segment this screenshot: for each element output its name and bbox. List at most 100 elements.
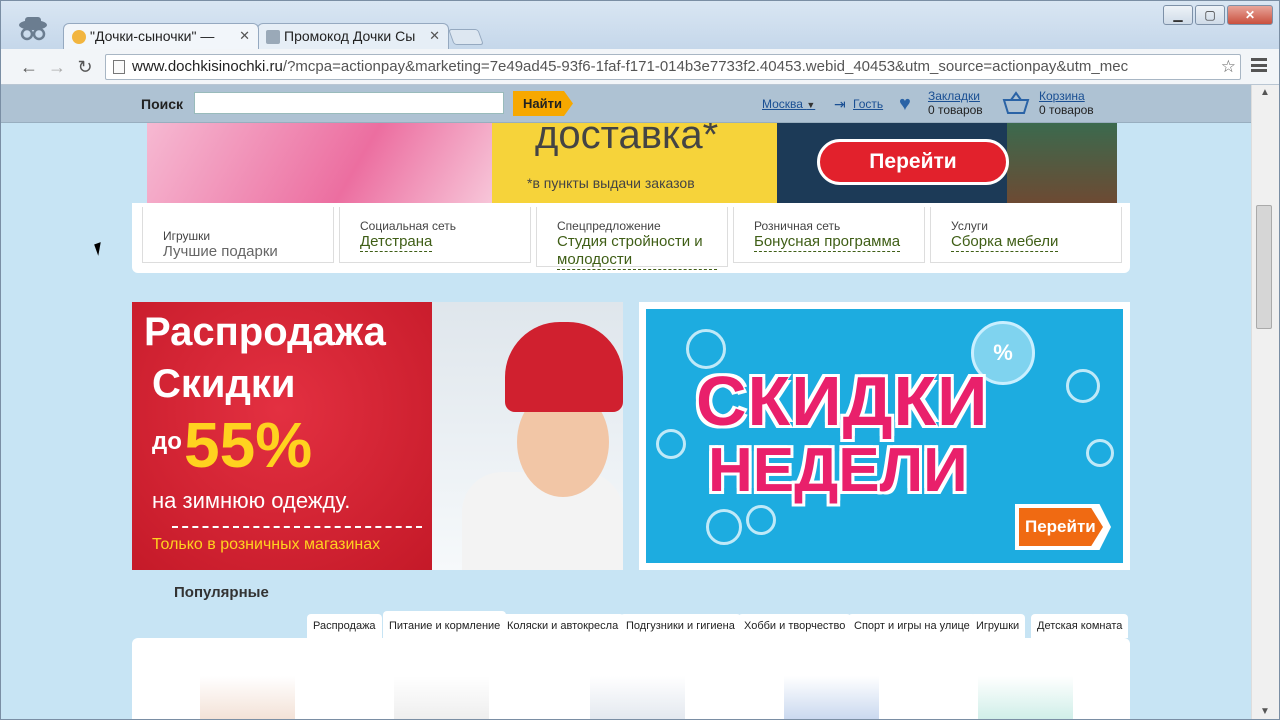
address-bar[interactable]: www.dochkisinochki.ru/?mcpa=actionpay&ma… [105, 54, 1241, 80]
new-tab-button[interactable] [448, 29, 484, 45]
site-header: Поиск Найти Москва ▼ ⇥ Гость ♥ Закладки … [1, 85, 1251, 123]
info-item-toys[interactable]: Игрушки Лучшие подарки [142, 207, 334, 263]
chevron-down-icon: ▼ [806, 100, 816, 110]
info-item-retail[interactable]: Розничная сеть Бонусная программа [733, 207, 925, 263]
sale-subtitle: на зимнюю одежду. [152, 488, 351, 513]
minimize-button[interactable]: ▁ [1163, 5, 1193, 25]
tab-strollers[interactable]: Коляски и автокресла [501, 614, 625, 638]
page-icon [113, 60, 125, 74]
vertical-scrollbar[interactable]: ▲ ▼ [1251, 85, 1279, 719]
search-label: Поиск [141, 96, 184, 112]
reload-icon[interactable]: ↻ [73, 55, 97, 79]
scroll-up-icon[interactable]: ▲ [1260, 87, 1270, 98]
tab-sport[interactable]: Спорт и игры на улице [848, 614, 976, 638]
title-bar: "Дочки-сыночки" — ✕ Промокод Дочки Сы ✕ … [1, 1, 1279, 49]
bubble [706, 509, 742, 545]
browser-toolbar: ← → ↻ www.dochkisinochki.ru/?mcpa=action… [1, 49, 1279, 85]
info-link[interactable]: Детстрана [360, 233, 433, 252]
login-icon: ⇥ [834, 96, 846, 112]
info-category: Социальная сеть [360, 219, 456, 233]
info-link[interactable]: Студия стройности и молодости [557, 233, 717, 270]
info-category: Спецпредложение [557, 219, 661, 233]
sale-divider [172, 526, 422, 528]
close-window-button[interactable]: ✕ [1227, 5, 1273, 25]
bookmarks-link[interactable]: Закладки [928, 89, 980, 103]
heart-icon: ♥ [899, 93, 911, 115]
scroll-down-icon[interactable]: ▼ [1260, 706, 1270, 717]
sale-footnote: Только в розничных магазинах [152, 536, 381, 553]
product-thumbnail[interactable] [978, 676, 1073, 719]
tab-kids-room[interactable]: Детская комната [1031, 614, 1129, 638]
tab-feeding[interactable]: Питание и кормление [383, 611, 507, 638]
promo-photo [1007, 123, 1117, 203]
promo-note: *в пункты выдачи заказов [527, 175, 695, 191]
url-host: www.dochkisinochki.ru [132, 58, 283, 75]
cart-icon [1002, 91, 1030, 114]
search-button[interactable]: Найти [513, 91, 573, 116]
sale-title: Распродажа [144, 310, 386, 354]
url-path: /?mcpa=actionpay&marketing=7e49ad45-93f6… [282, 58, 1129, 75]
popular-products [132, 638, 1130, 719]
search-input[interactable] [194, 92, 504, 114]
site-favicon-icon [72, 30, 86, 44]
menu-icon[interactable] [1251, 58, 1267, 72]
tab-sale[interactable]: Распродажа [307, 614, 382, 638]
info-category: Игрушки [163, 229, 211, 243]
product-thumbnail[interactable] [590, 676, 685, 719]
sale-percent: 55% [184, 409, 313, 481]
info-link[interactable]: Бонусная программа [754, 233, 901, 252]
close-tab-icon[interactable]: ✕ [429, 28, 440, 44]
maximize-button[interactable]: ▢ [1195, 5, 1225, 25]
back-icon[interactable]: ← [17, 55, 41, 79]
delivery-promo-banner[interactable]: доставка* *в пункты выдачи заказов Перей… [147, 123, 1117, 203]
scrollbar-thumb[interactable] [1256, 205, 1272, 329]
bookmarks-count: 0 товаров [928, 103, 983, 117]
info-item-social[interactable]: Социальная сеть Детстрана [339, 207, 531, 263]
info-strip: Игрушки Лучшие подарки Социальная сеть Д… [132, 203, 1130, 273]
weekly-go-button[interactable]: Перейти [1019, 508, 1103, 546]
sale-up-to: до [152, 428, 182, 455]
bubble [746, 505, 776, 535]
browser-window: "Дочки-сыночки" — ✕ Промокод Дочки Сы ✕ … [0, 0, 1280, 720]
city-label: Москва [762, 97, 803, 111]
promo-title: доставка* [535, 123, 719, 157]
forward-icon[interactable]: → [45, 55, 69, 79]
page-viewport: Поиск Найти Москва ▼ ⇥ Гость ♥ Закладки … [1, 85, 1251, 719]
incognito-icon [19, 17, 47, 41]
promo-go-button[interactable]: Перейти [817, 139, 1009, 185]
tab-dochki[interactable]: "Дочки-сыночки" — ✕ [63, 23, 259, 49]
sale-discount-label: Скидки [152, 362, 296, 406]
info-link[interactable]: Сборка мебели [951, 233, 1059, 252]
product-thumbnail[interactable] [394, 676, 489, 719]
mouse-cursor-icon [94, 242, 105, 256]
winter-sale-banner[interactable]: Распродажа Скидки до 55% на зимнюю одежд… [132, 302, 623, 570]
info-item-services[interactable]: Услуги Сборка мебели [930, 207, 1122, 263]
bubble [656, 429, 686, 459]
cart-link[interactable]: Корзина [1039, 89, 1085, 103]
tab-label: Промокод Дочки Сы [284, 28, 416, 44]
info-category: Услуги [951, 219, 988, 233]
info-category: Розничная сеть [754, 219, 841, 233]
guest-link[interactable]: Гость [853, 97, 883, 111]
weekly-title-line1: СКИДКИ [696, 362, 989, 440]
tab-label: "Дочки-сыночки" — [90, 28, 215, 44]
promo-image-doll [147, 123, 492, 203]
product-thumbnail[interactable] [200, 676, 295, 719]
tab-toys[interactable]: Игрушки [970, 614, 1026, 638]
info-item-special[interactable]: Спецпредложение Студия стройности и моло… [536, 207, 728, 270]
window-controls: ▁ ▢ ✕ [1163, 5, 1273, 25]
bubble [1086, 439, 1114, 467]
bookmark-star-icon[interactable]: ☆ [1221, 57, 1236, 77]
close-tab-icon[interactable]: ✕ [239, 28, 250, 44]
info-link[interactable]: Лучшие подарки [163, 243, 278, 261]
tab-promocode[interactable]: Промокод Дочки Сы ✕ [257, 23, 449, 49]
product-thumbnail[interactable] [784, 676, 879, 719]
tab-diapers[interactable]: Подгузники и гигиена [620, 614, 741, 638]
bubble [1066, 369, 1100, 403]
cart-count: 0 товаров [1039, 103, 1094, 117]
tab-hobby[interactable]: Хобби и творчество [738, 614, 852, 638]
popular-heading: Популярные [174, 584, 269, 601]
page-favicon-icon [266, 30, 280, 44]
weekly-title-line2: НЕДЕЛИ [708, 436, 968, 505]
city-selector[interactable]: Москва ▼ [762, 97, 815, 111]
